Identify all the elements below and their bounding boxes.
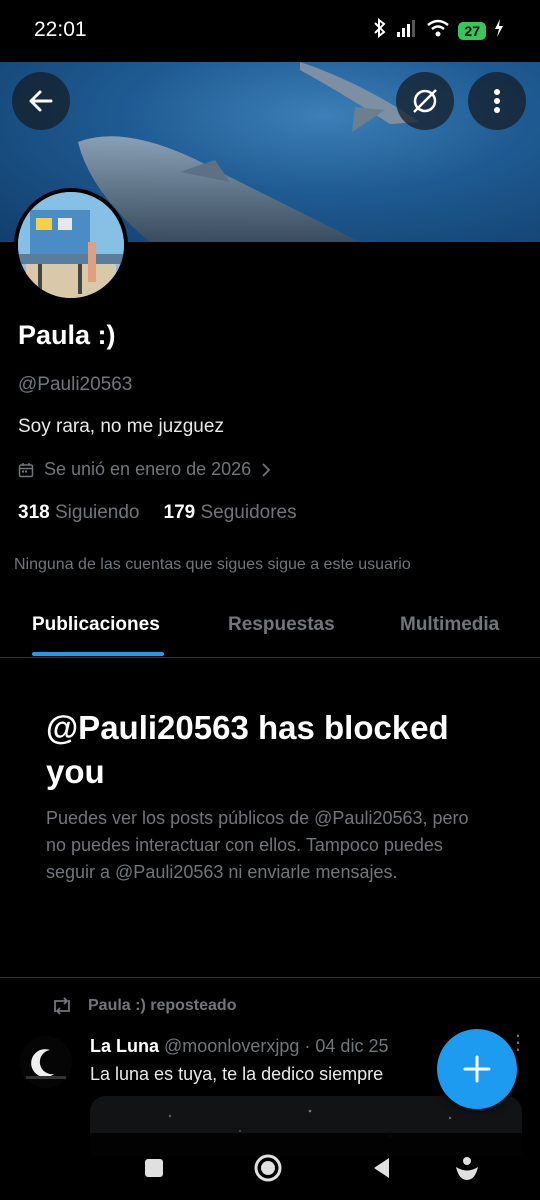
plus-icon [463, 1055, 491, 1083]
mutual-followers-note: Ninguna de las cuentas que sigues sigue … [14, 556, 411, 573]
status-time: 22:01 [34, 18, 87, 41]
slash-circle-icon [413, 89, 437, 113]
repost-icon [54, 997, 70, 1015]
assistant-button[interactable] [452, 1153, 482, 1183]
profile-handle: @Pauli20563 [18, 374, 133, 395]
recents-button[interactable] [139, 1153, 169, 1183]
avatar-image [18, 192, 124, 298]
repost-indicator: Paula :) reposteado [50, 996, 236, 1016]
moon-avatar-image [20, 1036, 72, 1088]
divider [0, 977, 540, 978]
grok-button[interactable] [396, 72, 454, 130]
bluetooth-icon [372, 17, 388, 43]
status-icons: 27 [372, 17, 504, 43]
tab-respuestas[interactable]: Respuestas [228, 614, 335, 636]
battery-level: 27 [458, 21, 486, 40]
signal-icon [396, 19, 418, 42]
assistant-icon [456, 1157, 478, 1180]
post-author-handle[interactable]: @moonloverxjpg [164, 1036, 299, 1056]
back-button[interactable] [12, 72, 70, 130]
profile-avatar[interactable] [14, 188, 128, 302]
status-bar: 22:01 27 [0, 0, 540, 62]
following-label: Siguiendo [54, 502, 140, 523]
arrow-left-icon [29, 90, 53, 112]
joined-text: Se unió en enero de 2026 [44, 459, 252, 479]
active-tab-indicator [32, 652, 164, 656]
system-nav-bar [0, 1133, 540, 1200]
post-header: La Luna @moonloverxjpg · 04 dic 25 [90, 1036, 388, 1057]
repost-label[interactable]: Paula :) reposteado [88, 997, 236, 1015]
post-text: La luna es tuya, te la dedico siempre [90, 1064, 384, 1084]
wifi-icon [426, 19, 450, 42]
followers-link[interactable]: 179 Seguidores [164, 502, 297, 524]
blocked-description: Puedes ver los posts públicos de @Pauli2… [46, 808, 469, 882]
post-separator: · [304, 1036, 311, 1056]
following-link[interactable]: 318 Siguiendo [18, 502, 140, 524]
blocked-title: @Pauli20563 has blocked you [46, 709, 449, 790]
following-count: 318 [18, 502, 50, 523]
profile-tabs: Publicaciones Respuestas Multimedia [0, 600, 540, 658]
circle-home-icon [254, 1154, 282, 1182]
post-author-name[interactable]: La Luna [90, 1036, 159, 1056]
charging-icon [494, 19, 504, 42]
tab-multimedia[interactable]: Multimedia [400, 614, 499, 636]
tab-publicaciones[interactable]: Publicaciones [32, 614, 160, 636]
profile-name: Paula :) [18, 320, 116, 350]
follow-stats: 318 Siguiendo 179 Seguidores [18, 502, 297, 524]
post-author-avatar[interactable] [20, 1036, 72, 1088]
compose-button[interactable] [437, 1029, 517, 1109]
more-options-button[interactable] [468, 72, 526, 130]
followers-label: Seguidores [200, 502, 297, 523]
post-date[interactable]: 04 dic 25 [315, 1036, 388, 1056]
home-button[interactable] [253, 1153, 283, 1183]
calendar-icon [18, 462, 34, 477]
back-nav-button[interactable] [367, 1153, 397, 1183]
triangle-back-icon [374, 1158, 389, 1178]
square-icon [145, 1159, 163, 1177]
profile-bio: Soy rara, no me juzguez [18, 416, 224, 437]
followers-count: 179 [163, 502, 196, 523]
more-vertical-icon [494, 89, 500, 113]
joined-date: Se unió en enero de 2026 [18, 459, 271, 480]
chevron-right-icon[interactable] [261, 462, 271, 478]
